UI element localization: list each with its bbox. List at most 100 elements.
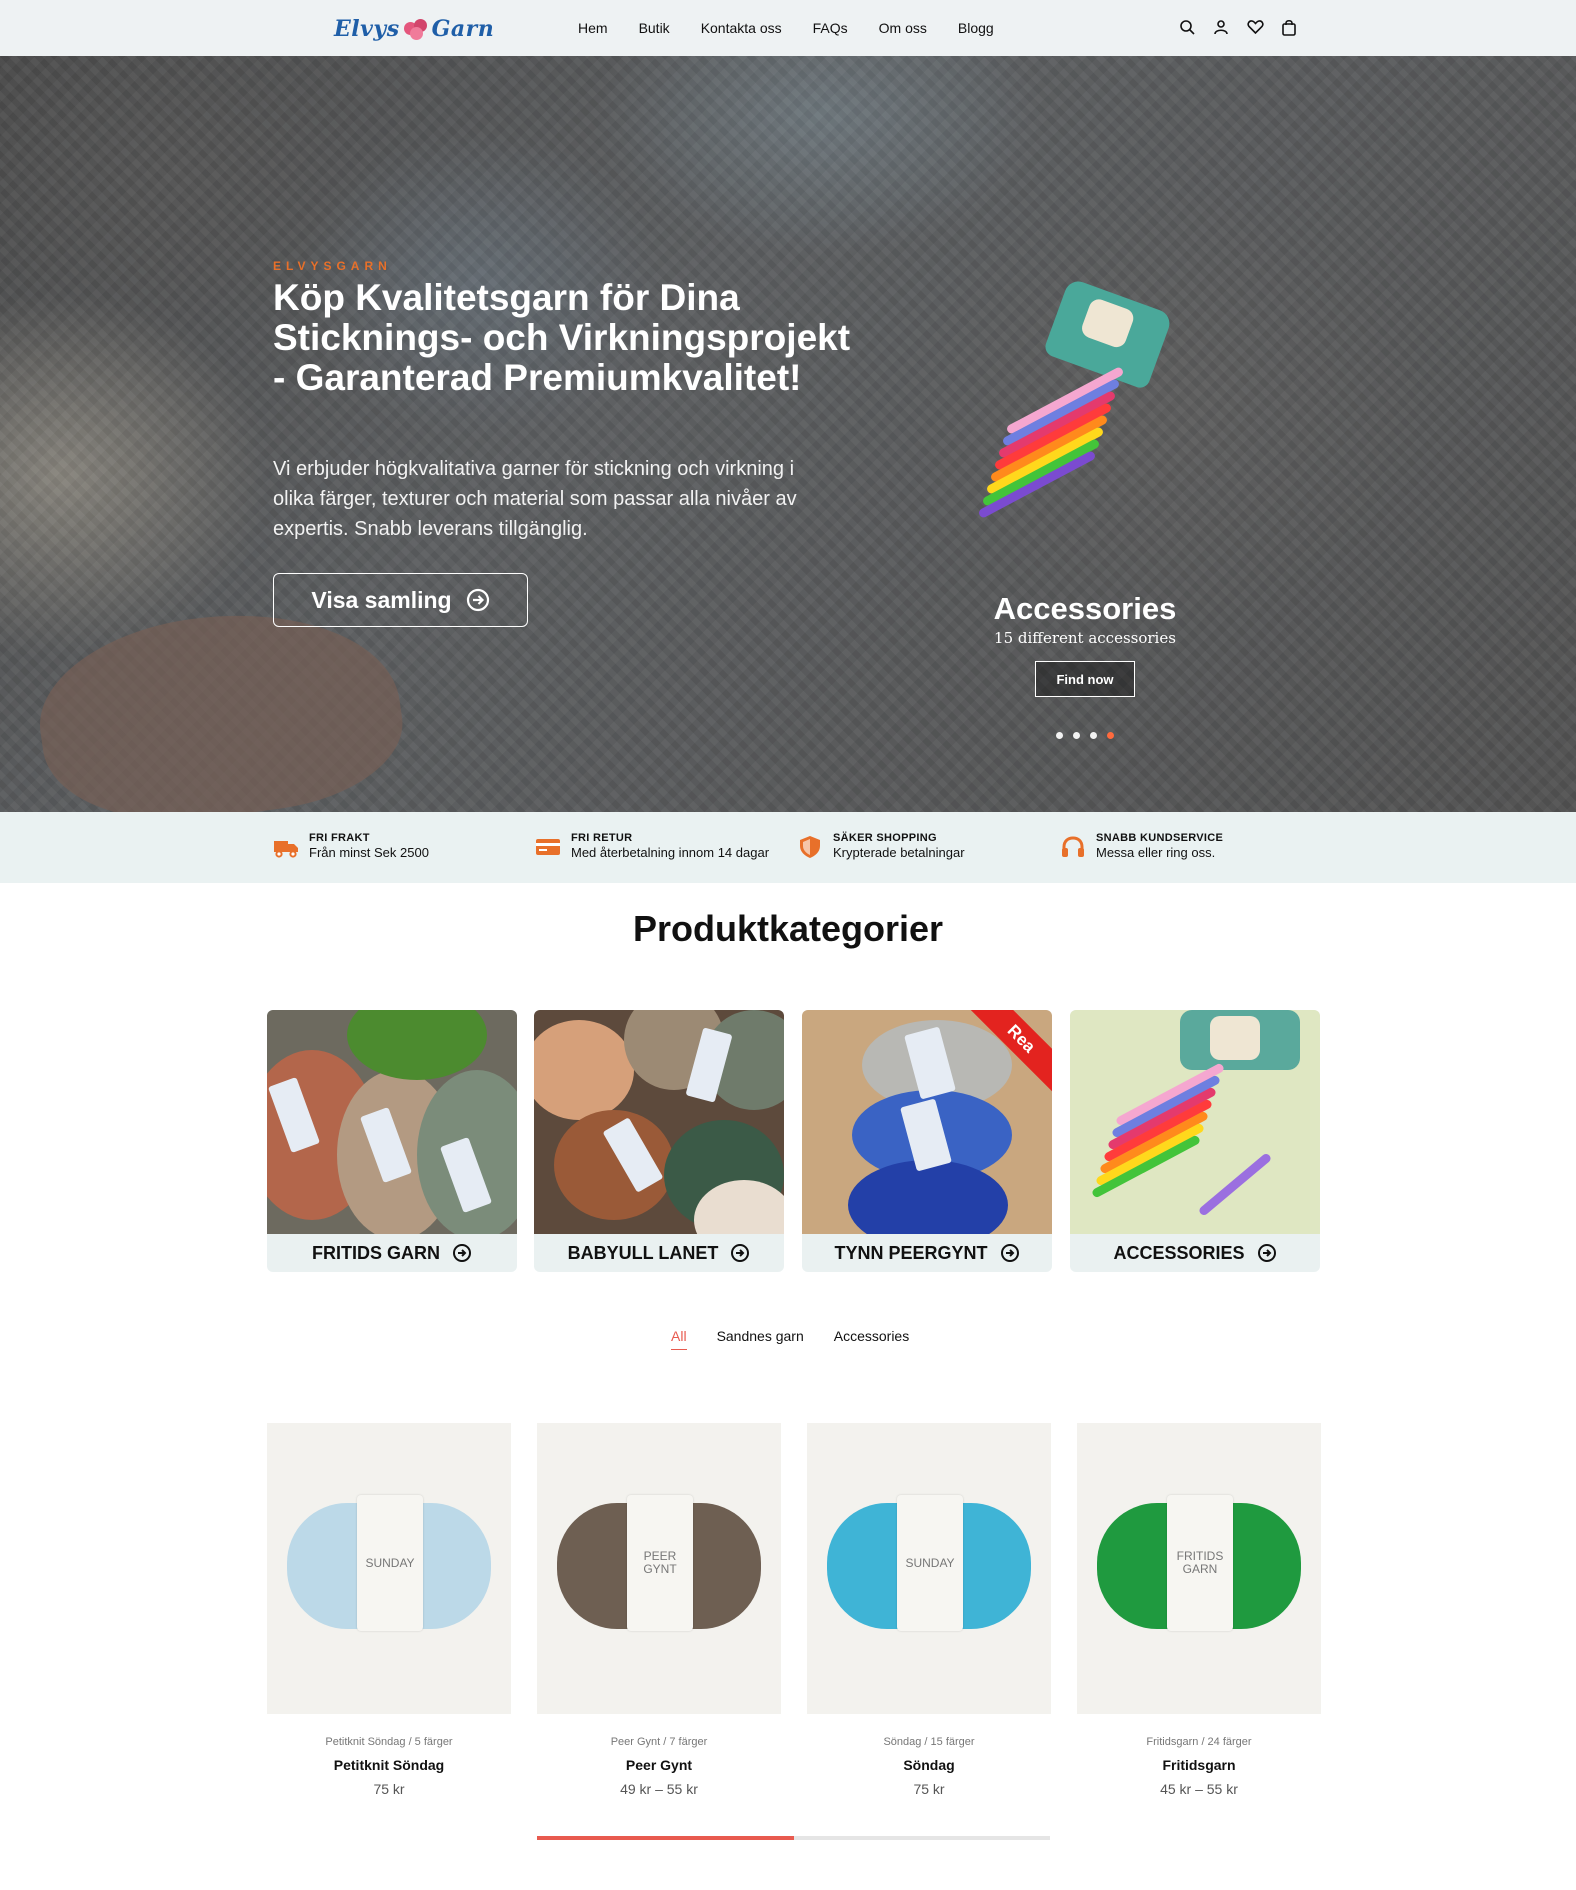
product-meta: Fritidsgarn / 24 färger <box>1146 1736 1252 1748</box>
arrow-circle-right-icon <box>466 588 489 612</box>
category-label-text: TYNN PEERGYNT <box>834 1242 988 1263</box>
feature-desc: Messa eller ring oss. <box>1096 845 1216 860</box>
headphones-icon <box>1062 836 1084 857</box>
search-icon[interactable] <box>1178 18 1196 36</box>
site-header: Elvys Garn Hem Butik Kontakta oss FAQs O… <box>0 0 1576 56</box>
feature-desc: Från minst Sek 2500 <box>309 845 429 860</box>
arrow-circle-right-icon <box>1257 1244 1276 1262</box>
category-card-fritids-garn[interactable]: FRITIDS GARN <box>267 1010 517 1272</box>
logo[interactable]: Elvys Garn <box>334 14 494 44</box>
truck-icon <box>274 841 298 858</box>
heart-icon[interactable] <box>1246 18 1264 36</box>
skein-label: SUNDAY <box>357 1495 423 1631</box>
feature-title: SÄKER SHOPPING <box>833 832 937 844</box>
product-price: 49 kr – 55 kr <box>620 1781 698 1797</box>
main-nav: Hem Butik Kontakta oss FAQs Om oss Blogg <box>578 0 994 56</box>
card-icon <box>536 839 560 855</box>
arrow-circle-right-icon <box>731 1244 750 1262</box>
bag-icon[interactable] <box>1280 18 1298 36</box>
arrow-circle-right-icon <box>1000 1244 1019 1262</box>
category-card-accessories[interactable]: ACCESSORIES <box>1070 1010 1320 1272</box>
feature-title: FRI RETUR <box>571 832 633 844</box>
user-icon[interactable] <box>1212 18 1230 36</box>
view-collection-button[interactable]: Visa samling <box>273 573 528 627</box>
tab-sandnes-garn[interactable]: Sandnes garn <box>717 1328 804 1350</box>
feature-desc: Med återbetalning innom 14 dagar <box>571 845 770 860</box>
feature-free-shipping: FRI FRAKT Från minst Sek 2500 <box>273 832 429 860</box>
product-card[interactable]: FRITIDS GARN Fritidsgarn / 24 färger Fri… <box>1077 1423 1321 1797</box>
product-name[interactable]: Fritidsgarn <box>1077 1757 1321 1773</box>
features-bar: FRI FRAKT Från minst Sek 2500 FRI RETUR … <box>0 812 1576 883</box>
product-card[interactable]: SUNDAY Petitknit Söndag / 5 färger Petit… <box>267 1423 511 1797</box>
find-now-button[interactable]: Find now <box>1035 661 1135 697</box>
product-price: 45 kr – 55 kr <box>1160 1781 1238 1797</box>
product-name[interactable]: Söndag <box>807 1757 1051 1773</box>
product-card[interactable]: PEER GYNT Peer Gynt / 7 färger Peer Gynt… <box>537 1423 781 1797</box>
product-meta: Söndag / 15 färger <box>883 1736 975 1748</box>
nav-item-blogg[interactable]: Blogg <box>958 20 994 36</box>
tab-accessories[interactable]: Accessories <box>834 1328 909 1350</box>
product-card[interactable]: SUNDAY Söndag / 15 färger Söndag 75 kr <box>807 1423 1051 1797</box>
product-image[interactable]: FRITIDS GARN <box>1077 1423 1321 1714</box>
hero-banner: ELVYSGARN Köp Kvalitetsgarn för Dina Sti… <box>0 56 1576 812</box>
product-name[interactable]: Peer Gynt <box>537 1757 781 1773</box>
hero-title: Köp Kvalitetsgarn för Dina Sticknings- o… <box>273 277 851 398</box>
crochet-hooks-image <box>970 356 1140 526</box>
feature-title: SNABB KUNDSERVICE <box>1096 832 1224 844</box>
feature-free-return: FRI RETUR Med återbetalning innom 14 dag… <box>535 832 769 860</box>
product-price: 75 kr <box>913 1781 945 1797</box>
nav-item-hem[interactable]: Hem <box>578 20 608 36</box>
logo-text-right: Garn <box>431 16 495 42</box>
product-image[interactable]: SUNDAY <box>807 1423 1051 1714</box>
nav-item-faqs[interactable]: FAQs <box>813 20 848 36</box>
product-meta: Peer Gynt / 7 färger <box>610 1736 708 1748</box>
category-card-tynn-peergynt[interactable]: Rea TYNN PEERGYNT <box>802 1010 1052 1272</box>
category-label: TYNN PEERGYNT <box>802 1234 1052 1272</box>
view-collection-label: Visa samling <box>311 586 452 613</box>
product-meta: Petitknit Söndag / 5 färger <box>325 1736 453 1748</box>
hero-description: Vi erbjuder högkvalitativa garner för st… <box>273 458 797 540</box>
feature-desc: Krypterade betalningar <box>833 845 965 860</box>
tab-all[interactable]: All <box>671 1328 687 1350</box>
carousel-scrollbar[interactable] <box>537 1836 1050 1840</box>
logo-flower-icon <box>402 18 430 40</box>
product-name[interactable]: Petitknit Söndag <box>267 1757 511 1773</box>
product-price: 75 kr <box>373 1781 405 1797</box>
nav-item-butik[interactable]: Butik <box>639 20 670 36</box>
category-label-text: BABYULL LANET <box>567 1242 719 1263</box>
category-label: FRITIDS GARN <box>267 1234 517 1272</box>
header-icons <box>1178 18 1298 36</box>
promo-title: Accessories <box>993 591 1177 626</box>
category-label-text: FRITIDS GARN <box>312 1242 440 1263</box>
skein-label: SUNDAY <box>897 1495 963 1631</box>
promo-subtitle: 15 different accessories <box>994 629 1176 647</box>
category-image: Rea <box>802 1010 1052 1234</box>
accessories-promo-card: Accessories 15 different accessories Fin… <box>950 277 1220 706</box>
slider-dot[interactable] <box>1090 732 1097 739</box>
category-label-text: ACCESSORIES <box>1113 1242 1245 1263</box>
slider-dot[interactable] <box>1073 732 1080 739</box>
nav-item-om-oss[interactable]: Om oss <box>879 20 927 36</box>
logo-text-left: Elvys <box>334 16 400 42</box>
feature-title: FRI FRAKT <box>309 832 370 844</box>
category-card-babyull-lanet[interactable]: BABYULL LANET <box>534 1010 784 1272</box>
product-image[interactable]: PEER GYNT <box>537 1423 781 1714</box>
category-image <box>1070 1010 1320 1234</box>
carousel-scrollbar-thumb[interactable] <box>537 1836 794 1840</box>
category-label: ACCESSORIES <box>1070 1234 1320 1272</box>
arrow-circle-right-icon <box>453 1244 471 1262</box>
category-image <box>267 1010 517 1234</box>
shield-icon <box>800 836 820 858</box>
skein-label: PEER GYNT <box>627 1495 693 1631</box>
feature-secure-shopping: SÄKER SHOPPING Krypterade betalningar <box>797 832 965 860</box>
slider-dots <box>1056 732 1114 739</box>
hero-overlay <box>0 56 1576 812</box>
slider-dot-active[interactable] <box>1107 732 1114 739</box>
nav-item-kontakta-oss[interactable]: Kontakta oss <box>701 20 782 36</box>
category-label: BABYULL LANET <box>534 1234 784 1272</box>
categories-heading: Produktkategorier <box>632 908 944 949</box>
skein-label: FRITIDS GARN <box>1167 1495 1233 1631</box>
slider-dot[interactable] <box>1056 732 1063 739</box>
product-image[interactable]: SUNDAY <box>267 1423 511 1714</box>
category-image <box>534 1010 784 1234</box>
